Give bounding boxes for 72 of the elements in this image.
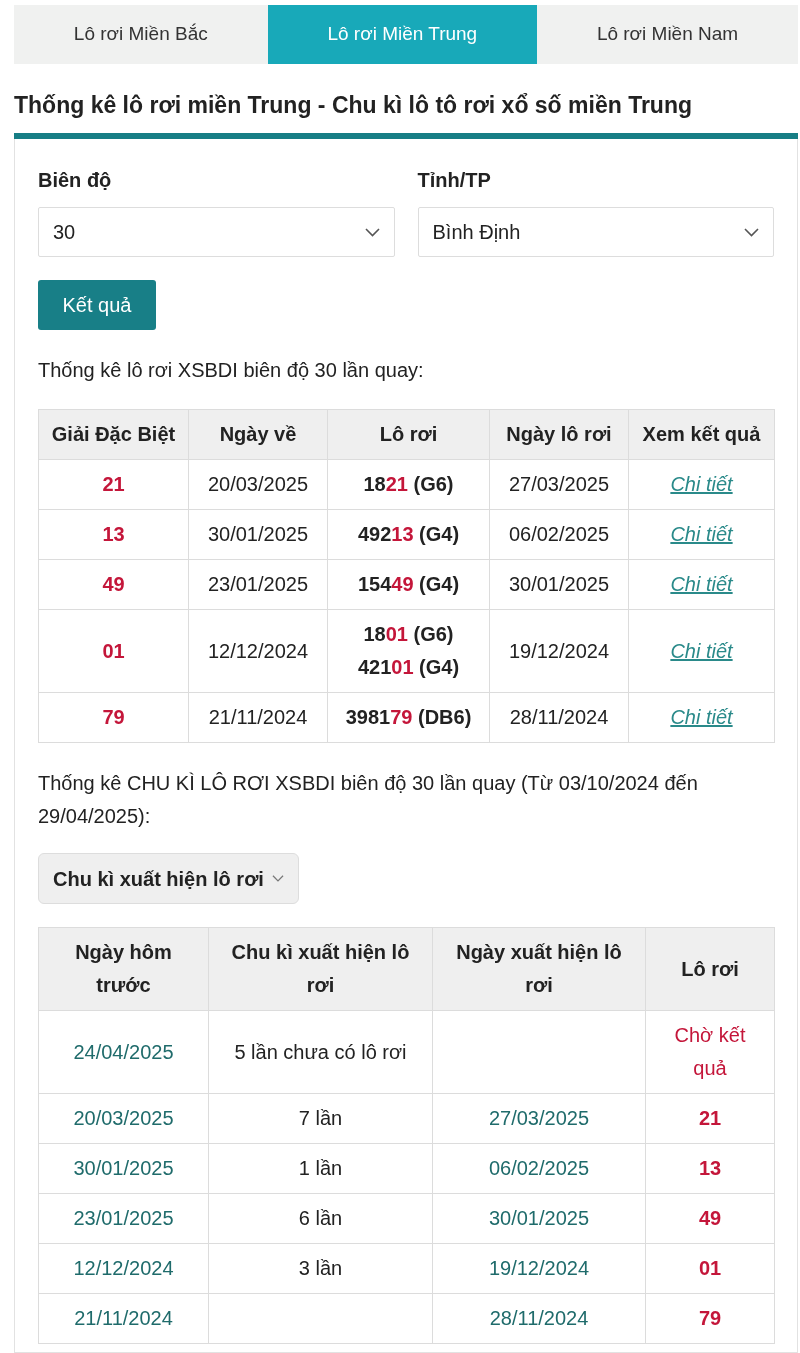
special-prize-number: 49 (38, 559, 189, 610)
column-header: Ngày hôm trước (38, 927, 209, 1011)
date-cell: 23/01/2025 (188, 559, 328, 610)
date-cell: 21/11/2024 (38, 1293, 209, 1344)
pending-result-text: Chờ kết quả (645, 1010, 775, 1094)
field-label: Tỉnh/TP (417, 168, 492, 193)
special-prize-number: 21 (38, 459, 189, 510)
lottery-number: 79 (645, 1293, 775, 1344)
date-cell: 28/11/2024 (432, 1293, 646, 1344)
cycle-count-cell: 7 lần (208, 1093, 433, 1144)
table-caption: Thống kê lô rơi XSBDI biên độ 30 lần quay: (38, 358, 425, 383)
amplitude-select[interactable]: 30 (38, 207, 395, 257)
date-cell: 28/11/2024 (489, 692, 629, 743)
date-cell: 21/11/2024 (188, 692, 328, 743)
special-prize-number: 79 (38, 692, 189, 743)
date-cell: 19/12/2024 (489, 609, 629, 693)
column-header: Chu kì xuất hiện lô rơi (208, 927, 433, 1011)
detail-link[interactable]: Chi tiết (670, 706, 733, 728)
date-cell: 06/02/2025 (489, 509, 629, 560)
region-tab[interactable]: Lô rơi Miền Bắc (14, 5, 268, 64)
detail-link[interactable]: Chi tiết (670, 639, 733, 662)
date-cell: 12/12/2024 (188, 609, 328, 693)
column-header: Ngày xuất hiện lô rơi (432, 927, 646, 1011)
lottery-number: 1821 (G6) (362, 472, 455, 497)
date-cell: 30/01/2025 (188, 509, 328, 560)
lottery-number: 42101 (G4) (356, 655, 461, 680)
date-cell: 20/03/2025 (38, 1093, 209, 1144)
date-cell: 30/01/2025 (432, 1193, 646, 1244)
result-button[interactable]: Kết quả (38, 280, 156, 330)
chevron-down-icon (364, 227, 380, 237)
date-cell: 23/01/2025 (38, 1193, 209, 1244)
column-header: Lô rơi (327, 409, 490, 460)
cycle-dropdown-button[interactable]: Chu kì xuất hiện lô rơi (38, 853, 299, 904)
detail-link[interactable]: Chi tiết (670, 523, 733, 545)
province-select[interactable]: Bình Định (417, 207, 774, 257)
lottery-number: 49213 (G4) (356, 522, 461, 547)
column-header: Lô rơi (645, 927, 775, 1011)
lottery-number: 1801 (G6) (362, 622, 455, 647)
column-header: Xem kết quả (628, 409, 775, 460)
chevron-down-icon (271, 875, 284, 882)
date-cell: 19/12/2024 (432, 1243, 646, 1294)
cycle-count-cell: 1 lần (208, 1143, 433, 1194)
column-header: Ngày về (188, 409, 328, 460)
lottery-number: 01 (645, 1243, 775, 1294)
date-cell: 20/03/2025 (188, 459, 328, 510)
date-cell: 30/01/2025 (489, 559, 629, 610)
cycle-count-cell: 5 lần chưa có lô rơi (208, 1010, 433, 1094)
column-header: Ngày lô rơi (489, 409, 629, 460)
date-cell: 24/04/2025 (38, 1010, 209, 1094)
lottery-number: 398179 (DB6) (344, 705, 473, 730)
lottery-number: 15449 (G4) (356, 572, 461, 597)
field-label: Biên độ (38, 168, 113, 193)
region-tab[interactable]: Lô rơi Miền Nam (537, 5, 798, 64)
date-cell: 06/02/2025 (432, 1143, 646, 1194)
chevron-down-icon (744, 227, 759, 237)
detail-link[interactable]: Chi tiết (670, 573, 733, 595)
cycle-count-cell: 6 lần (208, 1193, 433, 1244)
lottery-number: 49 (645, 1193, 775, 1244)
date-cell: 27/03/2025 (432, 1093, 646, 1144)
date-cell: 12/12/2024 (38, 1243, 209, 1294)
date-cell: 27/03/2025 (489, 459, 629, 510)
lottery-number: 13 (645, 1143, 775, 1194)
cycle-count-cell: 3 lần (208, 1243, 433, 1294)
special-prize-number: 13 (38, 509, 189, 560)
column-header: Giải Đặc Biệt (38, 409, 189, 460)
special-prize-number: 01 (38, 609, 189, 693)
lottery-number: 21 (645, 1093, 775, 1144)
page-heading: Thống kê lô rơi miền Trung - Chu kì lô tô rơi xổ số miền Trung (14, 91, 693, 120)
table-caption: Thống kê CHU KÌ LÔ RƠI XSBDI biên độ 30 lần quay (Từ 03/10/2024 đến 29/04/2025): (38, 771, 699, 829)
detail-link[interactable]: Chi tiết (670, 473, 733, 495)
date-cell: 30/01/2025 (38, 1143, 209, 1194)
region-tab[interactable]: Lô rơi Miền Trung (267, 5, 538, 64)
